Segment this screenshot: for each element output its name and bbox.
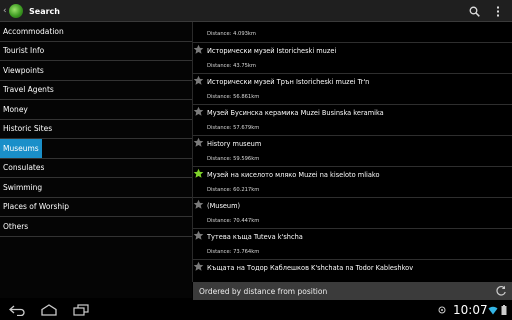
sidebar-item-label: Accommodation xyxy=(3,26,64,36)
sort-order-label: Ordered by distance from position xyxy=(199,286,328,296)
list-item[interactable]: Исторически музей Трън Istoricheski muze… xyxy=(193,74,512,105)
sidebar-item-label: Museums xyxy=(0,138,42,158)
list-item[interactable]: Тутева къща Tuteva k'shcha Distance: 73.… xyxy=(193,229,512,260)
museum-name: (Museum) xyxy=(207,202,241,210)
app-globe-icon[interactable] xyxy=(9,4,23,18)
sidebar-item-label: Consulates xyxy=(3,163,45,173)
distance-label: Distance: 57.679km xyxy=(207,125,260,131)
museum-name: Къщата на Тодор Каблешков K'shchata na T… xyxy=(207,264,414,272)
star-icon[interactable] xyxy=(193,199,204,210)
sidebar-item-label: Others xyxy=(3,221,29,231)
sidebar-item-consulates[interactable]: Consulates xyxy=(0,159,192,178)
list-item[interactable]: History museum Distance: 59.596km xyxy=(193,136,512,167)
list-item[interactable]: Distance: 4.093km xyxy=(193,22,512,43)
museum-name: Музей Бусинска керамика Muzei Businska k… xyxy=(207,109,384,117)
sort-order-bar[interactable]: Ordered by distance from position xyxy=(193,282,512,300)
category-sidebar: Accommodation Tourist Info Viewpoints Tr… xyxy=(0,22,192,298)
list-item[interactable]: Музей на киселото мляко Muzei na kiselot… xyxy=(193,167,512,198)
sidebar-item-label: Historic Sites xyxy=(3,124,53,134)
distance-label: Distance: 59.596km xyxy=(207,156,260,162)
back-nav-icon[interactable] xyxy=(8,304,26,316)
distance-label: Distance: 56.861km xyxy=(207,94,260,100)
sidebar-item-label: Swimming xyxy=(3,182,43,192)
museum-name: Тутева къща Tuteva k'shcha xyxy=(207,233,303,241)
recent-apps-icon[interactable] xyxy=(72,304,90,316)
star-icon[interactable] xyxy=(193,75,204,86)
sidebar-item-viewpoints[interactable]: Viewpoints xyxy=(0,61,192,81)
sidebar-item-label: Travel Agents xyxy=(3,85,54,95)
sidebar-item-places-of-worship[interactable]: Places of Worship xyxy=(0,198,192,217)
star-icon[interactable] xyxy=(193,230,204,241)
system-bar: 10:07 xyxy=(0,300,512,320)
sidebar-item-label: Viewpoints xyxy=(3,65,44,75)
distance-label: Distance: 43.75km xyxy=(207,63,256,69)
wifi-icon xyxy=(488,306,498,315)
search-icon[interactable] xyxy=(467,4,481,18)
list-item[interactable]: Къщата на Тодор Каблешков K'shchata na T… xyxy=(193,260,512,282)
sidebar-item-others[interactable]: Others xyxy=(0,217,192,237)
museum-name: Исторически музей Трън Istoricheski muze… xyxy=(207,78,370,86)
star-icon[interactable] xyxy=(193,106,204,117)
star-icon[interactable] xyxy=(193,261,204,272)
star-icon[interactable] xyxy=(193,44,204,55)
museum-name: Исторически музей Istoricheski muzei xyxy=(207,47,337,55)
sidebar-item-money[interactable]: Money xyxy=(0,100,192,120)
museum-name: Музей на киселото мляко Muzei na kiselot… xyxy=(207,171,380,179)
list-item[interactable]: Музей Бусинска керамика Muzei Businska k… xyxy=(193,105,512,136)
list-item[interactable]: (Museum) Distance: 70.447km xyxy=(193,198,512,229)
list-item[interactable]: Исторически музей Istoricheski muzei Dis… xyxy=(193,43,512,74)
refresh-icon[interactable] xyxy=(495,285,507,297)
sidebar-item-label: Places of Worship xyxy=(3,202,69,212)
results-list[interactable]: Distance: 4.093km Исторически музей Isto… xyxy=(193,22,512,282)
distance-label: Distance: 73.764km xyxy=(207,249,260,255)
sidebar-item-museums[interactable]: Museums xyxy=(0,138,192,159)
sidebar-item-travel-agents[interactable]: Travel Agents xyxy=(0,81,192,100)
clock: 10:07 xyxy=(453,303,488,317)
distance-label: Distance: 4.093km xyxy=(207,31,256,37)
home-nav-icon[interactable] xyxy=(40,304,58,316)
up-chevron-icon[interactable]: ‹ xyxy=(3,6,8,16)
gps-icon xyxy=(438,306,446,314)
sidebar-item-historic-sites[interactable]: Historic Sites xyxy=(0,120,192,139)
distance-label: Distance: 60.217km xyxy=(207,187,260,193)
sidebar-item-label: Tourist Info xyxy=(3,46,45,56)
distance-label: Distance: 70.447km xyxy=(207,218,260,224)
overflow-menu-icon[interactable] xyxy=(491,4,505,18)
sidebar-item-swimming[interactable]: Swimming xyxy=(0,178,192,198)
sidebar-item-label: Money xyxy=(3,104,28,114)
star-icon[interactable] xyxy=(193,168,204,179)
star-icon[interactable] xyxy=(193,137,204,148)
battery-icon xyxy=(501,305,507,315)
sidebar-item-accommodation[interactable]: Accommodation xyxy=(0,22,192,42)
museum-name: History museum xyxy=(207,140,262,148)
sidebar-item-tourist-info[interactable]: Tourist Info xyxy=(0,42,192,61)
action-bar: ‹ Search xyxy=(0,0,512,22)
app-title: Search xyxy=(29,6,60,16)
